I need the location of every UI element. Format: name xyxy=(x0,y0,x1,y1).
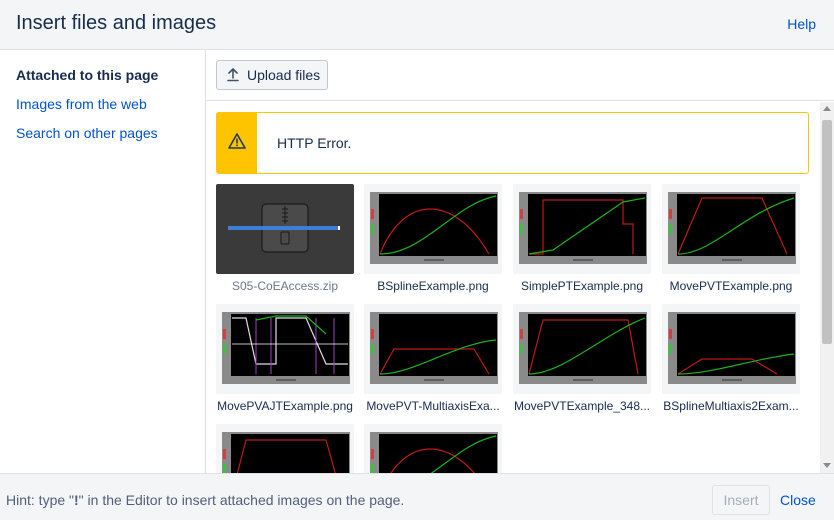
sidebar: Attached to this page Images from the we… xyxy=(0,50,206,473)
warning-icon xyxy=(228,132,246,154)
attachment-card[interactable]: MovePVT-MultiaxisExa... xyxy=(364,304,502,416)
dialog-header: Insert files and images Help xyxy=(0,0,834,50)
attachment-filename: S05-CoEAccess.zip xyxy=(231,279,339,293)
image-thumbnail[interactable] xyxy=(662,304,800,394)
image-thumbnail[interactable] xyxy=(513,184,651,274)
upload-files-button[interactable]: Upload files xyxy=(216,60,328,90)
attachment-card[interactable]: BSplineExample.png xyxy=(364,184,502,296)
attachments-list: HTTP Error. S05-CoEAccess.zip BSplineExam… xyxy=(206,102,820,473)
attachment-filename: BSplineExample.png xyxy=(377,279,489,293)
attachment-filename: MovePVTExample.png xyxy=(669,279,793,293)
main-panel: Upload files HTTP Error. S05-CoEAccess.z… xyxy=(206,50,834,473)
attachment-card[interactable]: BSplineMultiaxis2Exam... xyxy=(662,304,800,416)
insert-files-dialog: Insert files and images Help Attached to… xyxy=(0,0,834,520)
attachment-filename: BSplineMultiaxis2Exam... xyxy=(663,399,799,413)
warning-stripe xyxy=(217,113,257,173)
scroll-down-arrow[interactable] xyxy=(823,463,831,468)
dialog-title: Insert files and images xyxy=(16,12,217,34)
help-link[interactable]: Help xyxy=(787,16,816,32)
dialog-footer: Hint: type "!" in the Editor to insert a… xyxy=(0,473,834,520)
toolbar: Upload files xyxy=(206,50,834,101)
attachment-card[interactable]: MovePVAJTExample.png xyxy=(216,304,354,416)
upload-icon xyxy=(219,61,247,89)
attachment-card[interactable] xyxy=(216,424,354,473)
attachment-card[interactable]: SimplePTExample.png xyxy=(513,184,651,296)
attachment-filename: MovePVTExample_348... xyxy=(513,399,651,413)
image-thumbnail[interactable] xyxy=(364,184,502,274)
attachment-card[interactable]: MovePVTExample_348... xyxy=(513,304,651,416)
vertical-scrollbar[interactable] xyxy=(820,102,834,473)
attachment-filename: MovePVAJTExample.png xyxy=(217,399,353,413)
hint-prefix: Hint: type " xyxy=(6,492,74,508)
image-thumbnail[interactable] xyxy=(662,184,800,274)
close-button[interactable]: Close xyxy=(780,492,816,508)
attachment-card[interactable] xyxy=(364,424,502,473)
error-message: HTTP Error. xyxy=(216,112,809,174)
image-thumbnail[interactable] xyxy=(364,424,502,473)
insert-button[interactable]: Insert xyxy=(712,485,770,515)
zip-file-thumbnail[interactable] xyxy=(216,184,354,274)
hint-suffix: " in the Editor to insert attached image… xyxy=(78,492,405,508)
image-thumbnail[interactable] xyxy=(513,304,651,394)
error-text: HTTP Error. xyxy=(277,135,352,151)
sidebar-item-search-pages[interactable]: Search on other pages xyxy=(16,125,158,141)
sidebar-item-attached[interactable]: Attached to this page xyxy=(16,67,158,83)
image-thumbnail[interactable] xyxy=(364,304,502,394)
sidebar-item-web-images[interactable]: Images from the web xyxy=(16,96,147,112)
attachment-filename: MovePVT-MultiaxisExa... xyxy=(366,399,500,413)
image-thumbnail[interactable] xyxy=(216,424,354,473)
hint-text: Hint: type "!" in the Editor to insert a… xyxy=(6,492,404,508)
attachment-filename: SimplePTExample.png xyxy=(520,279,644,293)
attachment-card[interactable]: S05-CoEAccess.zip xyxy=(216,184,354,296)
attachment-card[interactable]: MovePVTExample.png xyxy=(662,184,800,296)
scrollbar-thumb[interactable] xyxy=(822,120,832,344)
upload-files-label: Upload files xyxy=(247,67,321,83)
image-thumbnail[interactable] xyxy=(216,304,354,394)
scroll-up-arrow[interactable] xyxy=(823,106,831,111)
